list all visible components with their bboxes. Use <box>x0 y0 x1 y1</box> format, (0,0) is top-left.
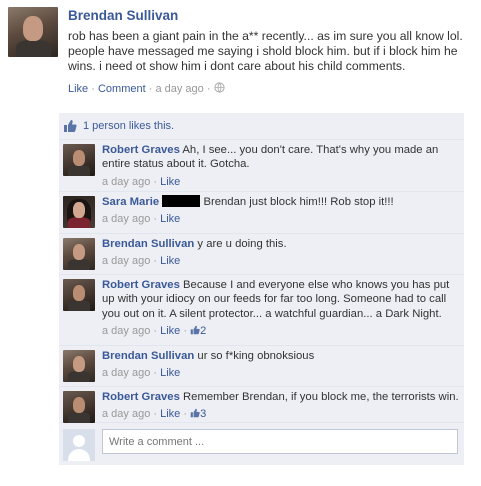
comment-like-link[interactable]: Like <box>160 213 180 225</box>
post-timestamp[interactable]: a day ago <box>155 83 203 95</box>
commenter-avatar[interactable] <box>63 238 95 270</box>
separator: · <box>206 83 211 95</box>
likes-number: 3 <box>200 408 207 421</box>
post-actions: Like · Comment · a day ago · <box>68 82 225 95</box>
comment-item: Brendan Sullivan y are u doing this. a d… <box>59 234 464 275</box>
comment-item: Sara Marie Brendan just block him!!! Rob… <box>59 192 464 234</box>
separator: · <box>148 83 153 95</box>
comment-like-link[interactable]: Like <box>160 408 180 420</box>
comment-text: Remember Brendan, if you block me, the t… <box>183 391 459 403</box>
commenter-avatar[interactable] <box>63 144 95 176</box>
comment-item: Robert Graves Remember Brendan, if you b… <box>59 387 464 423</box>
thumbs-up-icon <box>190 325 200 335</box>
comments-panel: 1 person likes this. Robert Graves Ah, I… <box>59 108 464 468</box>
separator: · <box>91 83 95 95</box>
commenter-avatar[interactable] <box>63 391 95 423</box>
comment-timestamp[interactable]: a day ago <box>102 408 150 420</box>
comment-timestamp[interactable]: a day ago <box>102 255 150 267</box>
comment-likes-count[interactable]: 2 <box>190 325 206 337</box>
commenter-name[interactable]: Sara Marie <box>102 196 159 208</box>
write-comment-input[interactable]: Write a comment ... <box>102 429 458 454</box>
commenter-avatar[interactable] <box>63 279 95 311</box>
comment-timestamp[interactable]: a day ago <box>102 176 150 188</box>
post-author-name[interactable]: Brendan Sullivan <box>68 8 178 23</box>
comment-likes-count[interactable]: 3 <box>190 408 206 420</box>
post-text: rob has been a giant pain in the a** rec… <box>68 29 463 73</box>
comment-like-link[interactable]: Like <box>160 325 180 337</box>
redaction-bar <box>162 195 201 207</box>
comment-timestamp[interactable]: a day ago <box>102 325 150 337</box>
likes-number: 2 <box>200 325 207 338</box>
comment-item: Robert Graves Because I and everyone els… <box>59 275 464 346</box>
commenter-name[interactable]: Robert Graves <box>102 391 180 403</box>
post-comment-link[interactable]: Comment <box>98 83 146 95</box>
commenter-name[interactable]: Robert Graves <box>102 144 180 156</box>
likes-summary: 1 person likes this. <box>59 113 464 140</box>
comment-like-link[interactable]: Like <box>160 176 180 188</box>
likes-count-link[interactable]: 1 person likes this. <box>83 120 174 132</box>
post-like-link[interactable]: Like <box>68 83 88 95</box>
comment-timestamp[interactable]: a day ago <box>102 213 150 225</box>
thumbs-up-icon <box>63 119 77 133</box>
comment-like-link[interactable]: Like <box>160 255 180 267</box>
globe-icon <box>213 82 225 95</box>
commenter-name[interactable]: Brendan Sullivan <box>102 238 194 250</box>
comment-like-link[interactable]: Like <box>160 367 180 379</box>
comment-item: Brendan Sullivan ur so f*king obnoksious… <box>59 346 464 387</box>
comment-text: ur so f*king obnoksious <box>197 350 315 362</box>
commenter-name[interactable]: Brendan Sullivan <box>102 350 194 362</box>
comment-timestamp[interactable]: a day ago <box>102 367 150 379</box>
commenter-avatar[interactable] <box>63 350 95 382</box>
commenter-name[interactable]: Robert Graves <box>102 279 180 291</box>
thumbs-up-icon <box>190 409 200 418</box>
comment-item: Robert Graves Ah, I see... you don't car… <box>59 140 464 192</box>
comment-text: Brendan just block him!!! Rob stop it!!! <box>203 196 394 208</box>
author-avatar[interactable] <box>8 7 58 57</box>
comment-composer: Write a comment ... <box>59 423 464 465</box>
comment-text: y are u doing this. <box>197 238 287 250</box>
silhouette-icon <box>63 429 95 461</box>
commenter-avatar[interactable] <box>63 196 95 228</box>
